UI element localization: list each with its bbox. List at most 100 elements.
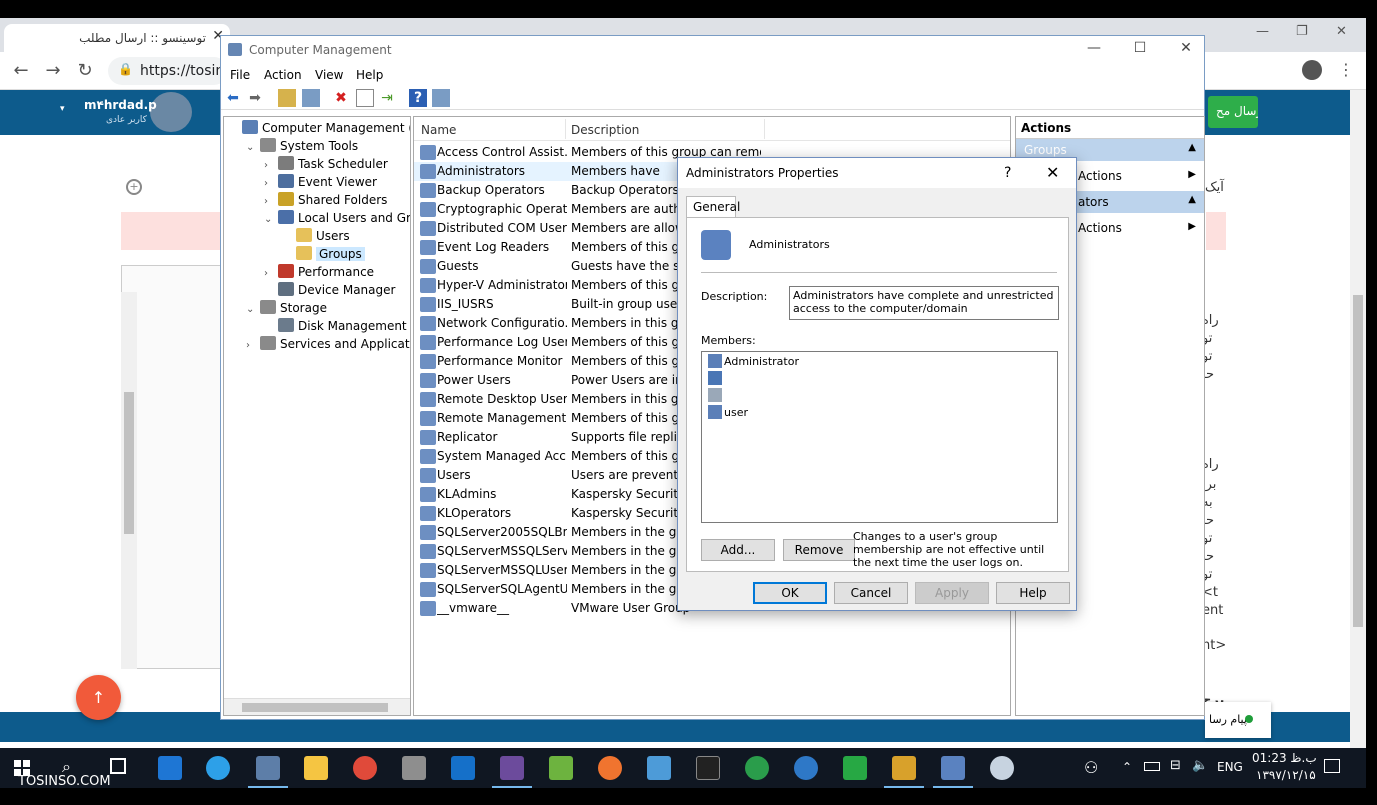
back-icon[interactable]: ⬅ — [224, 89, 242, 107]
tree-node-event-viewer[interactable]: › Event Viewer — [264, 173, 377, 191]
close-icon[interactable]: ✕ — [1336, 24, 1347, 39]
app-icon[interactable] — [745, 756, 769, 780]
tree-horizontal-scrollbar[interactable] — [224, 698, 410, 715]
outlook-icon[interactable] — [451, 756, 475, 780]
tab-general[interactable]: General — [686, 196, 740, 218]
collapse-icon[interactable]: ▲ — [1188, 142, 1196, 153]
tree-node-local-users-and-groups[interactable]: ⌄ Local Users and Groups — [264, 209, 410, 229]
forward-icon[interactable]: ➡ — [246, 89, 264, 107]
app-icon[interactable] — [402, 756, 426, 780]
editor-scrollbar[interactable] — [121, 292, 137, 669]
show-action-pane-icon[interactable] — [432, 89, 450, 107]
plus-icon[interactable]: + — [126, 179, 142, 195]
apply-button[interactable]: Apply — [915, 582, 989, 604]
volume-icon[interactable]: 🔈 — [1192, 758, 1208, 773]
language-indicator[interactable]: ENG — [1217, 760, 1243, 774]
send-post-button[interactable]: ارسال مح — [1208, 96, 1258, 128]
delete-icon[interactable]: ✖ — [332, 89, 350, 107]
tree-node-computer-management-local[interactable]: Computer Management (Local — [228, 119, 410, 137]
internet-explorer-icon[interactable] — [206, 756, 230, 780]
firefox-icon[interactable] — [598, 756, 622, 780]
column-name[interactable]: Name — [421, 123, 456, 137]
column-divider[interactable] — [764, 119, 765, 139]
menu-file[interactable]: File — [230, 68, 250, 82]
file-explorer-icon[interactable] — [304, 756, 328, 780]
url-input[interactable]: 🔒 https://tosins — [108, 57, 232, 85]
members-list[interactable]: Administrator user — [701, 351, 1058, 523]
reload-icon[interactable]: ↻ — [74, 60, 96, 82]
app-icon[interactable] — [843, 756, 867, 780]
user-name[interactable]: m۴hrdad.p — [84, 98, 157, 112]
close-icon[interactable]: ✕ — [1046, 163, 1059, 182]
minimize-icon[interactable]: — — [1079, 40, 1109, 60]
battery-icon[interactable] — [1144, 762, 1160, 771]
add-button[interactable]: Add... — [701, 539, 775, 561]
computer-management-taskbar-icon[interactable] — [248, 756, 288, 788]
forward-icon[interactable]: → — [42, 60, 64, 82]
chevron-right-icon[interactable]: › — [246, 337, 260, 355]
minimize-icon[interactable]: — — [1256, 24, 1269, 39]
remove-button[interactable]: Remove — [783, 539, 855, 561]
tree-node-device-manager[interactable]: Device Manager — [264, 281, 395, 299]
people-icon[interactable]: ⚇ — [1084, 758, 1098, 777]
list-item[interactable] — [708, 371, 724, 389]
list-item[interactable] — [708, 388, 724, 406]
chevron-down-icon[interactable]: ⌄ — [246, 139, 260, 157]
app-icon[interactable] — [933, 756, 973, 788]
tree-node-disk-management[interactable]: Disk Management — [264, 317, 407, 335]
tree-node-shared-folders[interactable]: › Shared Folders — [264, 191, 387, 209]
clock-date[interactable]: ۱۳۹۷/۱۲/۱۵ — [1256, 768, 1316, 782]
back-icon[interactable]: ← — [10, 60, 32, 82]
app-icon[interactable] — [794, 756, 818, 780]
browser-tab-active[interactable]: توسینسو :: ارسال مطلب ✕ — [4, 24, 230, 52]
show-hide-tree-icon[interactable] — [302, 89, 320, 107]
chat-status[interactable]: پیام رسا — [1205, 702, 1271, 738]
menu-view[interactable]: View — [315, 68, 343, 82]
menu-icon[interactable]: ⋮ — [1338, 60, 1354, 79]
scroll-thumb[interactable] — [242, 703, 388, 712]
remote-desktop-icon[interactable] — [647, 756, 671, 780]
visual-studio-icon[interactable] — [492, 756, 532, 788]
column-description[interactable]: Description — [571, 123, 639, 137]
export-icon[interactable]: ⇥ — [378, 89, 396, 107]
chrome-icon[interactable] — [353, 756, 377, 780]
tree-node-storage[interactable]: ⌄ Storage — [246, 299, 327, 317]
tree-node-system-tools[interactable]: ⌄ System Tools — [246, 137, 358, 155]
vmware-icon[interactable] — [549, 756, 573, 780]
up-folder-icon[interactable] — [278, 89, 296, 107]
scroll-thumb[interactable] — [124, 392, 134, 534]
cancel-button[interactable]: Cancel — [834, 582, 908, 604]
app-icon[interactable] — [884, 756, 924, 788]
profile-icon[interactable] — [1302, 60, 1322, 80]
menu-action[interactable]: Action — [264, 68, 302, 82]
column-divider[interactable] — [565, 119, 566, 139]
restore-icon[interactable]: ❐ — [1296, 24, 1308, 39]
help-icon[interactable]: ? — [409, 89, 427, 107]
help-icon[interactable]: ? — [1004, 165, 1011, 181]
scroll-thumb[interactable] — [1353, 295, 1363, 627]
collapse-icon[interactable]: ▲ — [1188, 194, 1196, 205]
scroll-top-button[interactable]: ↑ — [76, 675, 121, 720]
chevron-down-icon[interactable]: ⌄ — [246, 301, 260, 319]
edge-icon[interactable] — [158, 756, 182, 780]
paint-icon[interactable] — [990, 756, 1014, 780]
command-prompt-icon[interactable] — [696, 756, 720, 780]
tray-chevron-icon[interactable]: ⌃ — [1122, 760, 1132, 774]
tree-node-task-scheduler[interactable]: › Task Scheduler — [264, 155, 388, 173]
tree-node-groups[interactable]: Groups — [282, 245, 365, 263]
page-scrollbar[interactable] — [1350, 90, 1366, 748]
help-button[interactable]: Help — [996, 582, 1070, 604]
description-field[interactable]: Administrators have complete and unrestr… — [789, 286, 1059, 320]
list-item[interactable]: user — [708, 405, 748, 423]
task-view-icon[interactable] — [110, 758, 126, 774]
network-icon[interactable]: ⊟ — [1170, 758, 1181, 773]
chevron-down-icon[interactable]: ▾ — [60, 104, 65, 114]
maximize-icon[interactable]: ☐ — [1125, 40, 1155, 60]
clock-time[interactable]: 01:23 ب.ظ — [1252, 751, 1317, 765]
chevron-down-icon[interactable]: ⌄ — [264, 211, 278, 229]
tree-node-performance[interactable]: › Performance — [264, 263, 374, 281]
list-item[interactable]: Administrator — [708, 354, 799, 372]
tree-node-services-and-applications[interactable]: › Services and Applications — [246, 335, 410, 355]
close-icon[interactable]: ✕ — [1171, 40, 1201, 60]
ok-button[interactable]: OK — [753, 582, 827, 604]
